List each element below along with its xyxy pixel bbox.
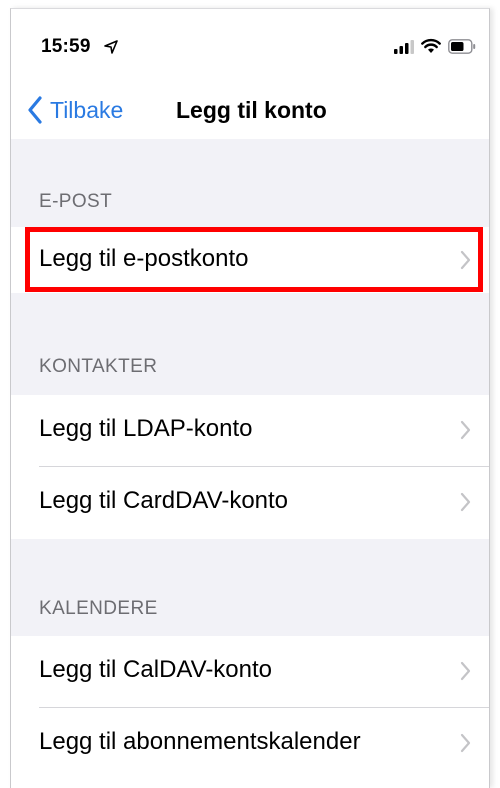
- section-header-contacts: KONTAKTER: [39, 356, 158, 377]
- cellular-signal-icon: [394, 40, 414, 54]
- row-label: Legg til e-postkonto: [39, 245, 249, 272]
- chevron-right-icon: [460, 420, 471, 440]
- status-time: 15:59: [41, 36, 91, 57]
- row-label: Legg til abonnementskalender: [39, 728, 361, 755]
- chevron-right-icon: [460, 250, 471, 270]
- battery-icon: [448, 39, 476, 54]
- chevron-right-icon: [460, 733, 471, 753]
- row-label: Legg til LDAP-konto: [39, 415, 253, 442]
- wifi-icon: [421, 38, 441, 53]
- status-bar: 15:59: [11, 9, 489, 81]
- add-ldap-account-row[interactable]: Legg til LDAP-konto: [11, 395, 489, 467]
- add-email-account-row[interactable]: Legg til e-postkonto: [11, 227, 489, 293]
- row-label: Legg til CardDAV-konto: [39, 487, 289, 514]
- section-header-email: E-POST: [39, 191, 113, 212]
- back-button[interactable]: Tilbake: [27, 91, 123, 129]
- section-header-calendars: KALENDERE: [39, 598, 158, 619]
- add-caldav-account-row[interactable]: Legg til CalDAV-konto: [11, 636, 489, 708]
- location-arrow-icon: [104, 40, 118, 54]
- add-subscribed-calendar-row[interactable]: Legg til abonnementskalender: [11, 708, 489, 788]
- chevron-left-icon: [28, 96, 42, 124]
- row-label: Legg til CalDAV-konto: [39, 656, 273, 683]
- page-title: Legg til konto: [176, 97, 327, 123]
- section-gap-calendars: KALENDERE: [11, 539, 489, 636]
- section-gap-email: E-POST: [11, 139, 489, 227]
- chevron-right-icon: [460, 492, 471, 512]
- navigation-bar: Tilbake Legg til konto: [11, 81, 489, 139]
- chevron-right-icon: [460, 661, 471, 681]
- phone-screen: 15:59 Tilbake Legg til konto E-POST Legg…: [10, 8, 490, 788]
- add-carddav-account-row[interactable]: Legg til CardDAV-konto: [11, 467, 489, 539]
- back-button-label: Tilbake: [50, 96, 124, 123]
- section-gap-contacts: KONTAKTER: [11, 293, 489, 395]
